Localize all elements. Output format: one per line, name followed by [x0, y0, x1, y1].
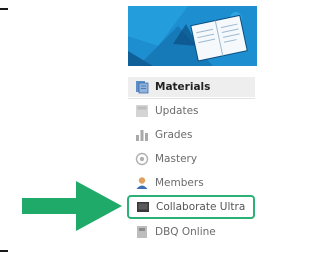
nav-item-label: DBQ Online — [155, 226, 216, 238]
collaborate-icon — [135, 199, 151, 215]
menu-divider — [128, 98, 255, 99]
corner-mark-top — [0, 8, 8, 10]
nav-item-collaborate-ultra[interactable]: Collaborate Ultra — [127, 195, 255, 219]
corner-mark-bottom — [0, 250, 8, 252]
course-banner-image — [128, 6, 257, 66]
grades-icon — [134, 127, 150, 143]
nav-item-label: Members — [155, 177, 204, 189]
nav-item-label: Updates — [155, 105, 199, 117]
dbq-icon — [134, 224, 150, 240]
updates-icon — [134, 103, 150, 119]
nav-item-materials[interactable]: Materials — [128, 77, 255, 97]
nav-item-members[interactable]: Members — [128, 173, 255, 193]
nav-item-label: Collaborate Ultra — [156, 201, 246, 213]
pointer-arrow-icon — [22, 181, 124, 235]
mastery-icon — [134, 151, 150, 167]
nav-item-label: Materials — [155, 81, 211, 93]
materials-icon — [134, 79, 150, 95]
nav-item-dbq-online[interactable]: DBQ Online — [128, 222, 255, 242]
nav-item-grades[interactable]: Grades — [128, 125, 255, 145]
nav-item-updates[interactable]: Updates — [128, 101, 255, 121]
nav-item-mastery[interactable]: Mastery — [128, 149, 255, 169]
members-icon — [134, 175, 150, 191]
nav-item-label: Mastery — [155, 153, 198, 165]
nav-item-label: Grades — [155, 129, 193, 141]
course-nav-menu: Materials Updates Grades Mastery Members… — [124, 66, 257, 256]
